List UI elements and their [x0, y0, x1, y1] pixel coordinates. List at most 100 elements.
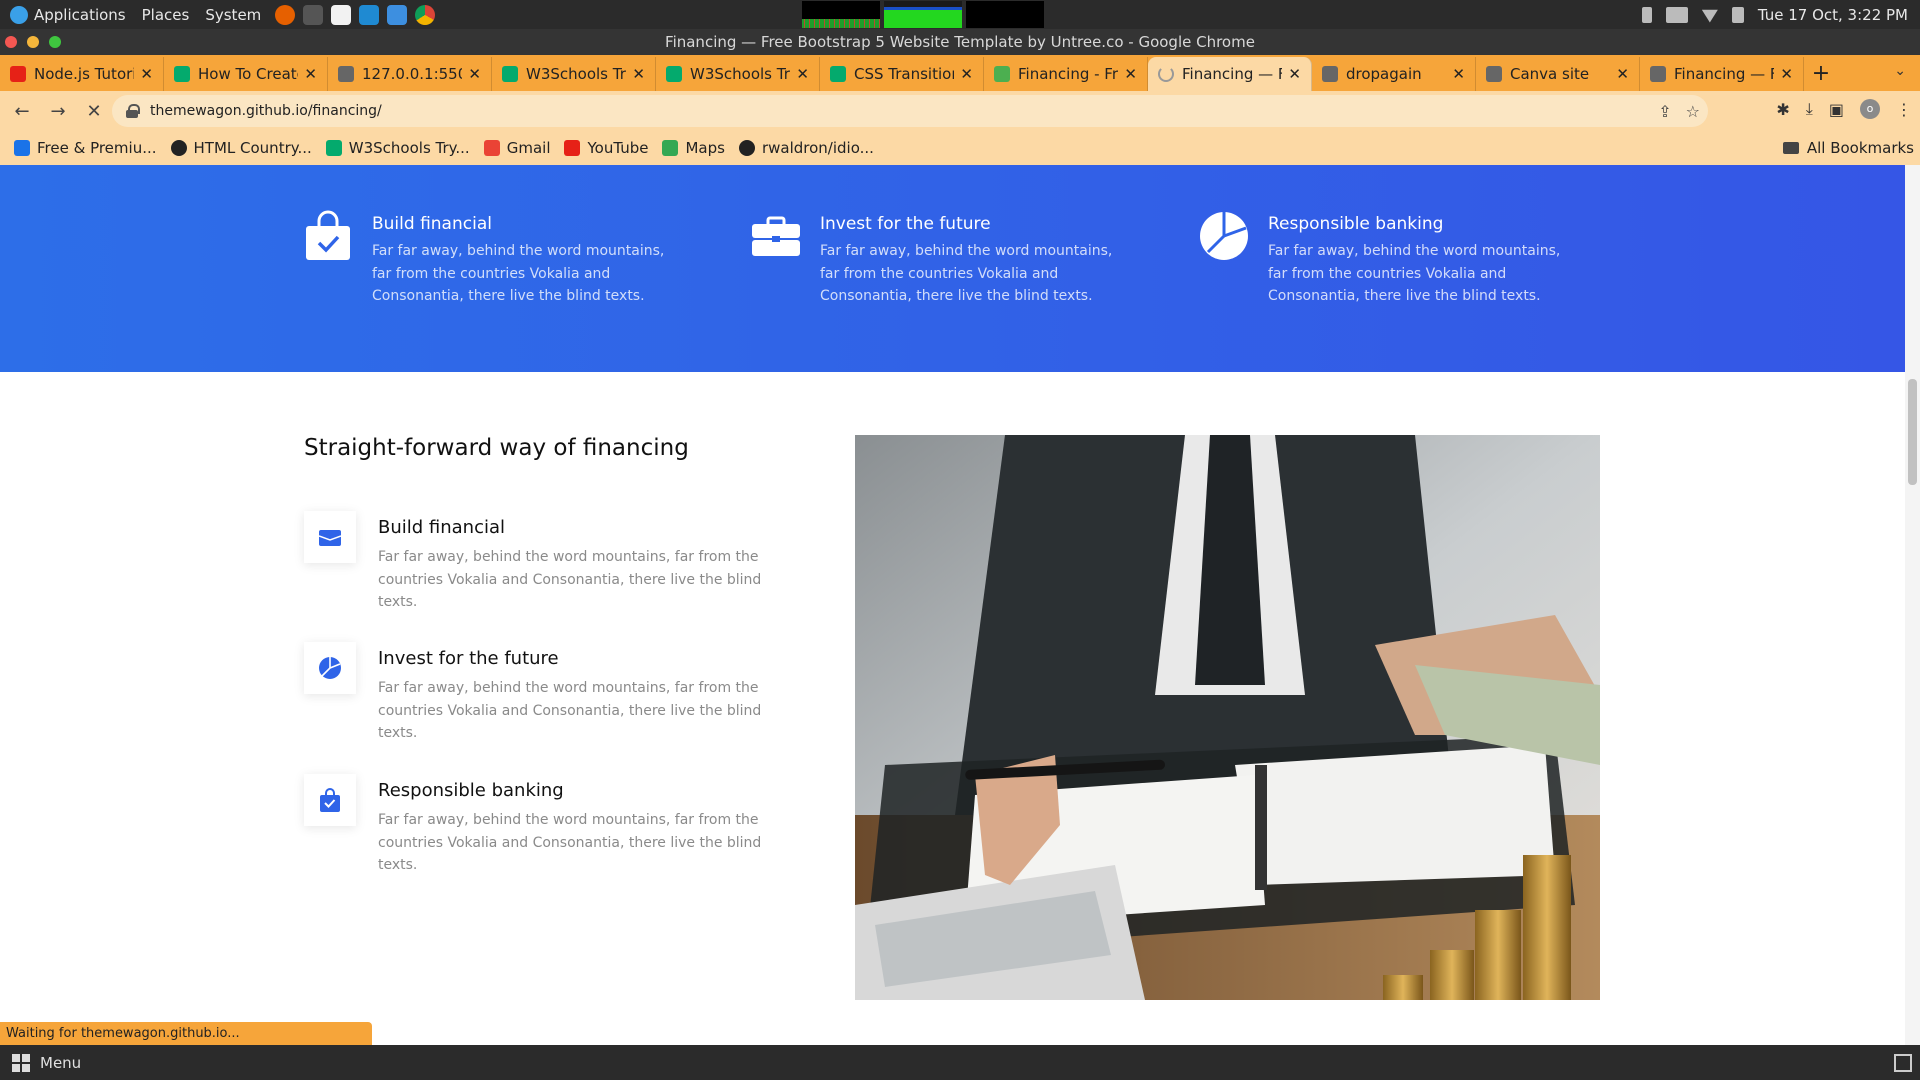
close-tab-icon[interactable]: ✕ — [1616, 65, 1629, 83]
distro-logo-icon — [10, 5, 28, 24]
globe-favicon-icon — [1650, 66, 1666, 82]
w3schools-favicon-icon — [666, 66, 682, 82]
bluetooth-icon[interactable] — [1641, 6, 1652, 23]
bookmark-item[interactable]: rwaldron/idio... — [738, 139, 874, 157]
battery-icon[interactable] — [1731, 6, 1744, 23]
menu-grid-icon — [12, 1053, 30, 1072]
maximize-window-icon[interactable] — [49, 36, 61, 48]
loading-status-bubble: Waiting for themewagon.github.io... — [0, 1022, 372, 1045]
bookmark-item[interactable]: Gmail — [483, 139, 550, 157]
tab-3[interactable]: W3Schools Try ✕ — [492, 57, 656, 91]
bookmark-item[interactable]: Maps — [662, 139, 725, 157]
bookmark-star-icon[interactable]: ☆ — [1686, 102, 1700, 121]
feature-invest-future: Invest for the future Far far away, behi… — [752, 210, 1132, 308]
show-desktop-icon[interactable] — [1894, 1054, 1912, 1072]
scrollbar-thumb[interactable] — [1908, 379, 1917, 485]
share-icon[interactable]: ⇪ — [1658, 102, 1671, 121]
github-icon — [738, 140, 755, 156]
youtube-icon — [564, 140, 581, 156]
tab-title: How To Create — [198, 65, 299, 83]
browser-menu-kebab-icon[interactable]: ⋮ — [1896, 100, 1912, 119]
feature-title: Build financial — [372, 214, 492, 234]
tab-title: dropagain — [1346, 65, 1422, 83]
feature-text: Far far away, behind the word mountains,… — [372, 243, 665, 304]
system-top-panel: Applications Places System Tue 17 Oct, 3… — [0, 0, 1920, 29]
close-tab-icon[interactable]: ✕ — [1288, 65, 1301, 83]
wifi-icon[interactable] — [1701, 9, 1718, 23]
places-menu[interactable]: Places — [142, 6, 190, 24]
shopping-bag-check-icon — [306, 210, 350, 260]
tab-title: Canva site — [1510, 65, 1590, 83]
financing-hero-photo — [855, 435, 1600, 1000]
w3schools-favicon-icon — [830, 66, 846, 82]
feature-text: Far far away, behind the word mountains,… — [1268, 243, 1561, 304]
vscode-launcher-icon[interactable] — [359, 4, 380, 25]
profile-avatar[interactable]: o — [1860, 99, 1880, 119]
tab-7-active[interactable]: Financing — F ✕ — [1148, 57, 1312, 91]
clock[interactable]: Tue 17 Oct, 3:22 PM — [1758, 6, 1908, 24]
tab-8[interactable]: dropagain ✕ — [1312, 57, 1476, 91]
terminal-launcher-icon[interactable] — [303, 4, 324, 25]
bookmark-label: Maps — [685, 139, 725, 157]
downloads-icon[interactable]: ⤓ — [1806, 99, 1813, 119]
page-scrollbar[interactable] — [1905, 165, 1920, 1045]
all-bookmarks-button[interactable]: All Bookmarks — [1782, 131, 1914, 165]
maps-icon — [662, 140, 679, 156]
bottom-taskbar: Menu — [0, 1045, 1920, 1080]
tab-2[interactable]: 127.0.0.1:5500 ✕ — [328, 57, 492, 91]
close-tab-icon[interactable]: ✕ — [960, 65, 973, 83]
cloud-launcher-icon[interactable] — [387, 4, 408, 25]
close-window-icon[interactable] — [5, 36, 17, 48]
tab-0[interactable]: Node.js Tutori ✕ — [0, 57, 164, 91]
shopping-bag-check-icon — [320, 788, 340, 812]
firefox-launcher-icon[interactable] — [275, 4, 296, 25]
text-editor-launcher-icon[interactable] — [331, 4, 352, 25]
minimize-window-icon[interactable] — [27, 36, 39, 48]
back-button[interactable]: ← — [8, 101, 36, 122]
close-tab-icon[interactable]: ✕ — [632, 65, 645, 83]
tab-6[interactable]: Financing - Fr ✕ — [984, 57, 1148, 91]
tab-5[interactable]: CSS Transition ✕ — [820, 57, 984, 91]
tab-title: CSS Transition — [854, 65, 955, 83]
stop-loading-button[interactable]: ✕ — [80, 101, 108, 122]
bookmark-item[interactable]: Free & Premiu... — [14, 139, 157, 157]
tab-title: W3Schools Try — [526, 65, 627, 83]
chrome-launcher-icon[interactable] — [415, 4, 436, 25]
financing-item-build: Build financial Far far away, behind the… — [304, 511, 794, 614]
tab-10[interactable]: Financing — F ✕ — [1640, 57, 1804, 91]
system-menu[interactable]: System — [205, 6, 261, 24]
item-text: Far far away, behind the word mountains,… — [378, 812, 762, 873]
lock-icon[interactable] — [126, 104, 140, 118]
start-menu-button[interactable]: Menu — [12, 1053, 81, 1072]
cpu-graph — [802, 1, 880, 28]
financing-item-invest: Invest for the future Far far away, behi… — [304, 642, 794, 745]
tab-search-chevron-icon[interactable]: ⌄ — [1894, 63, 1906, 79]
briefcase-icon — [319, 530, 341, 546]
tab-1[interactable]: How To Create ✕ — [164, 57, 328, 91]
close-tab-icon[interactable]: ✕ — [796, 65, 809, 83]
item-text: Far far away, behind the word mountains,… — [378, 680, 762, 741]
tab-title: Node.js Tutori — [34, 65, 135, 83]
window-title: Financing — Free Bootstrap 5 Website Tem… — [665, 33, 1255, 51]
bookmark-item[interactable]: HTML Country... — [170, 139, 312, 157]
side-panel-icon[interactable]: ▣ — [1829, 100, 1844, 119]
address-bar[interactable]: themewagon.github.io/financing/ ⇪ ☆ — [112, 95, 1708, 127]
item-icon-box — [304, 642, 356, 694]
new-tab-button[interactable]: + — [1804, 57, 1838, 91]
forward-button[interactable]: → — [44, 101, 72, 122]
close-tab-icon[interactable]: ✕ — [1452, 65, 1465, 83]
tab-4[interactable]: W3Schools Try ✕ — [656, 57, 820, 91]
applications-menu[interactable]: Applications — [10, 5, 126, 24]
close-tab-icon[interactable]: ✕ — [1124, 65, 1137, 83]
close-tab-icon[interactable]: ✕ — [1780, 65, 1793, 83]
close-tab-icon[interactable]: ✕ — [468, 65, 481, 83]
close-tab-icon[interactable]: ✕ — [304, 65, 317, 83]
features-band: Build financial Far far away, behind the… — [0, 165, 1905, 372]
bookmark-item[interactable]: YouTube — [564, 139, 648, 157]
volume-icon[interactable] — [1665, 6, 1688, 23]
bookmark-item[interactable]: W3Schools Try... — [325, 139, 470, 157]
extensions-puzzle-icon[interactable]: ✱ — [1776, 100, 1789, 119]
close-tab-icon[interactable]: ✕ — [140, 65, 153, 83]
system-monitor — [802, 1, 1044, 28]
tab-9[interactable]: Canva site ✕ — [1476, 57, 1640, 91]
